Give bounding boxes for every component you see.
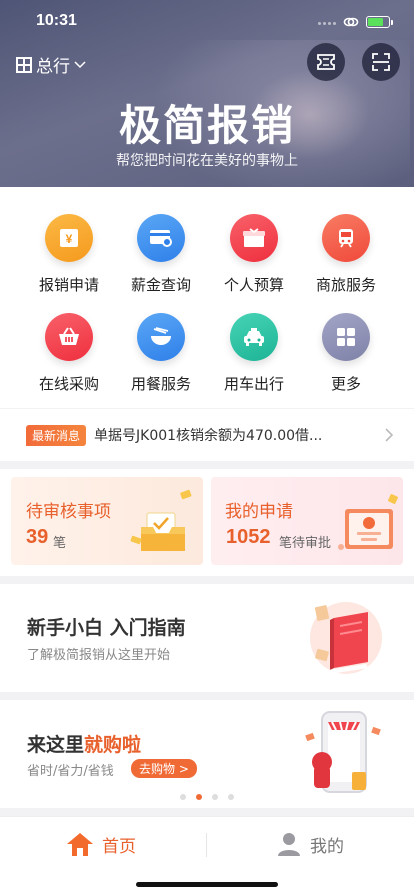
grid-item-dining[interactable]: 用餐服务 [116,313,206,394]
summary-cards: 待审核事项 39 笔 我的申请 1052 笔待审批 [0,469,414,576]
home-icon [67,833,93,856]
grid-label: 在线采购 [38,375,99,393]
salary-icon [137,214,185,262]
grid-item-travel[interactable]: 商旅服务 [301,214,391,295]
shop-subtitle: 省时/省力/省钱 [27,764,114,779]
my-applications-card[interactable]: 我的申请 1052 笔待审批 [211,477,403,565]
beginner-guide-banner[interactable]: 新手小白 入门指南 了解极简报销从这里开始 [0,584,414,692]
pending-review-card[interactable]: 待审核事项 39 笔 [11,477,203,565]
bank-icon [16,56,32,73]
news-text: 单据号JK001核销余额为470.00借... [94,428,323,444]
guide-book-icon [310,602,382,674]
grid-label: 个人预算 [223,276,284,294]
tab-me[interactable]: 我的 [276,831,344,857]
grid-label: 用车出行 [223,375,284,393]
link-icon [343,17,359,27]
svg-text:¥: ¥ [66,232,73,246]
grid-label: 用餐服务 [130,375,191,393]
carousel-dot[interactable] [228,794,234,800]
card-title: 待审核事项 [26,502,111,522]
news-tag: 最新消息 [26,424,87,446]
applications-unit: 笔待审批 [279,536,332,551]
scan-button[interactable] [362,43,400,81]
hero-title: 极简报销 [118,101,295,150]
carousel-dot-active[interactable] [196,794,202,800]
grid-item-salary[interactable]: 薪金查询 [116,214,206,295]
tab-home[interactable]: 首页 [66,831,136,857]
tab-divider [206,833,207,857]
battery-icon [366,16,393,28]
bowl-icon [137,313,185,361]
card-title: 我的申请 [225,502,293,522]
grid-item-reimburse[interactable]: ¥ 报销申请 [24,214,114,295]
applications-count: 1052 [226,526,271,548]
status-bar: 10:31 [0,0,414,44]
more-grid-icon [322,313,370,361]
guide-title: 新手小白 入门指南 [27,617,186,639]
pending-count: 39 [26,526,49,548]
reimburse-icon: ¥ [45,214,93,262]
basket-icon [45,313,93,361]
branch-label: 总行 [36,57,70,77]
taxi-icon [230,313,278,361]
grid-label: 商旅服务 [315,276,376,294]
shopping-phone-icon [305,711,381,793]
guide-subtitle: 了解极简报销从这里开始 [27,648,171,663]
pending-unit: 笔 [53,536,67,551]
service-grid: ¥ 报销申请 薪金查询 个人预算 商旅服务 在线采购 用餐服务 用车出行 更多 [0,187,414,408]
carousel-dot[interactable] [180,794,186,800]
branch-selector[interactable]: 总行 [16,52,86,77]
chevron-down-icon [74,60,86,68]
train-icon [322,214,370,262]
news-ticker[interactable]: 最新消息 单据号JK001核销余额为470.00借... [0,409,414,461]
grid-label: 报销申请 [38,276,99,294]
grid-label: 薪金查询 [130,276,191,294]
budget-icon [230,214,278,262]
ticket-button[interactable] [307,43,345,81]
hero-banner: 10:31 总行 极简报销 帮您把时间花在美好的事物上 [0,0,414,187]
shopping-banner[interactable]: 来这里就购啦 省时/省力/省钱 去购物 > [0,700,414,808]
scan-icon [372,53,390,71]
user-icon [278,833,300,856]
tab-home-label: 首页 [102,836,136,857]
grid-label: 更多 [330,375,361,393]
chevron-right-icon [385,428,394,442]
grid-item-car[interactable]: 用车出行 [209,313,299,394]
shop-title-highlight: 就购啦 [84,734,142,756]
carousel-dots [0,794,414,800]
shop-title: 来这里就购啦 [27,734,142,756]
carousel-dot[interactable] [212,794,218,800]
go-shopping-button[interactable]: 去购物 > [131,759,197,778]
status-time: 10:31 [36,12,77,29]
grid-item-more[interactable]: 更多 [301,313,391,394]
ticket-icon [317,54,335,70]
application-board-icon [338,494,398,550]
grid-item-purchase[interactable]: 在线采购 [24,313,114,394]
signal-icon [318,22,336,25]
home-indicator [136,882,278,887]
grid-item-budget[interactable]: 个人预算 [209,214,299,295]
hero-subtitle: 帮您把时间花在美好的事物上 [116,153,298,169]
tab-me-label: 我的 [310,836,344,857]
inbox-illustration-icon [130,489,192,551]
